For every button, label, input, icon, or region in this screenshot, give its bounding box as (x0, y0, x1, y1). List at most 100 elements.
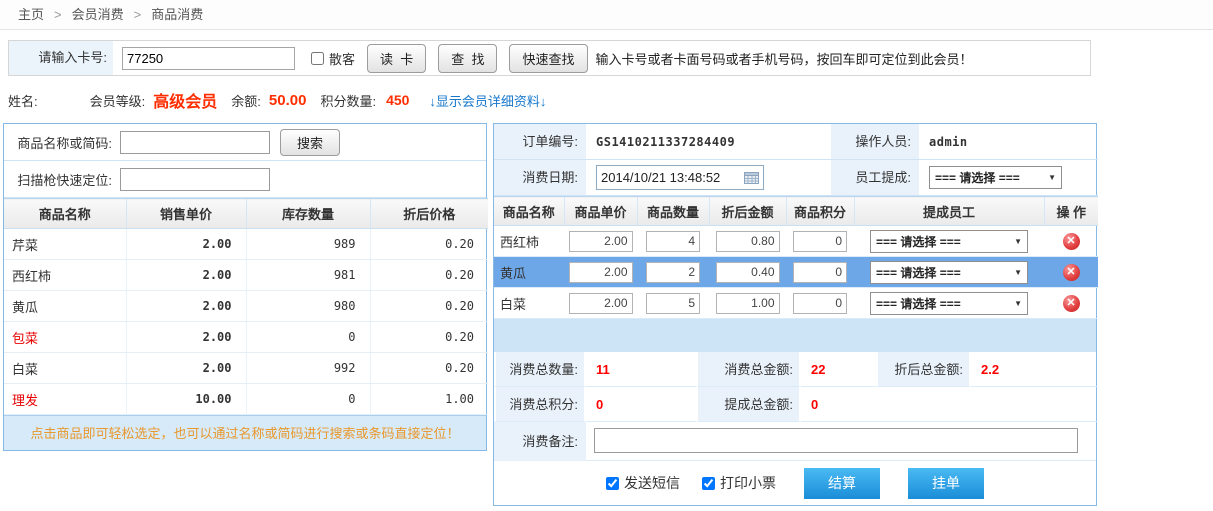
find-button[interactable]: 查 找 (438, 44, 497, 73)
print-ticket-checkbox[interactable] (702, 477, 715, 490)
product-price-cell: 2.00 (126, 353, 246, 384)
item-commission-select[interactable]: === 请选择 ===▼ (870, 230, 1028, 253)
breadcrumb: 主页>会员消费>商品消费 (0, 0, 1213, 30)
item-amount-input[interactable] (716, 231, 780, 252)
breadcrumb-item[interactable]: 主页 (18, 7, 44, 22)
chevron-down-icon: ▼ (1014, 268, 1022, 277)
member-detail-link[interactable]: ↓显示会员详细资料↓ (429, 91, 546, 110)
item-row[interactable]: 黄瓜 === 请选择 ===▼ ✕ (494, 257, 1098, 288)
item-qty-input[interactable] (646, 262, 700, 283)
scan-input[interactable] (120, 168, 270, 191)
discount-total-label: 折后总金额: (876, 352, 971, 387)
product-discount-cell: 0.20 (370, 353, 488, 384)
breadcrumb-item[interactable]: 商品消费 (151, 7, 203, 22)
product-search-label: 商品名称或简码: (4, 133, 116, 152)
item-commission-select-value: === 请选择 === (876, 295, 961, 312)
item-points-input[interactable] (793, 293, 847, 314)
product-row[interactable]: 理发10.0001.00 (4, 384, 488, 415)
item-price-cell (564, 226, 637, 257)
product-name-cell: 白菜 (4, 353, 126, 384)
item-price-input[interactable] (569, 231, 633, 252)
balance-value: 50.00 (269, 92, 307, 109)
item-row[interactable]: 白菜=== 请选择 ===▼✕ (494, 288, 1098, 319)
product-discount-cell: 0.20 (370, 260, 488, 291)
item-qty-cell (637, 226, 709, 257)
item-points-input[interactable] (793, 231, 847, 252)
balance-label: 余额: (231, 91, 261, 110)
item-price-cell (564, 257, 637, 288)
item-qty-cell (637, 288, 709, 319)
item-commission-select[interactable]: === 请选择 ===▼ (870, 261, 1028, 284)
item-name-cell: 西红柿 (494, 226, 564, 257)
item-amount-cell (709, 257, 786, 288)
date-label: 消费日期: (494, 160, 586, 196)
product-column-header: 商品名称 (4, 199, 126, 229)
points-value: 450 (386, 92, 409, 108)
items-column-header: 操 作 (1044, 197, 1098, 226)
remark-input[interactable] (594, 428, 1078, 453)
delete-item-button[interactable]: ✕ (1063, 295, 1080, 312)
items-column-header: 商品名称 (494, 197, 564, 226)
item-amount-cell (709, 288, 786, 319)
read-card-button[interactable]: 读 卡 (367, 44, 426, 73)
item-name-cell: 黄瓜 (494, 257, 564, 288)
quick-find-button[interactable]: 快速查找 (509, 44, 587, 73)
item-price-input[interactable] (569, 293, 633, 314)
member-level-value: 高级会员 (153, 88, 217, 112)
item-qty-input[interactable] (646, 231, 700, 252)
product-row[interactable]: 包菜2.0000.20 (4, 322, 488, 353)
items-table: 商品名称商品单价商品数量折后金额商品积分提成员工操 作 西红柿=== 请选择 =… (494, 196, 1098, 319)
product-search-button[interactable]: 搜索 (280, 129, 340, 156)
item-amount-input[interactable] (716, 293, 780, 314)
card-number-input[interactable] (122, 47, 295, 70)
guest-checkbox[interactable] (311, 52, 324, 65)
product-column-header: 折后价格 (370, 199, 488, 229)
product-row[interactable]: 芹菜2.009890.20 (4, 229, 488, 260)
chevron-down-icon: ▼ (1014, 237, 1022, 246)
discount-total-value: 2.2 (971, 352, 1098, 387)
product-row[interactable]: 黄瓜2.009800.20 (4, 291, 488, 322)
product-column-header: 销售单价 (126, 199, 246, 229)
product-stock-cell: 0 (246, 322, 370, 353)
product-discount-cell: 0.20 (370, 229, 488, 260)
breadcrumb-item[interactable]: 会员消费 (72, 7, 124, 22)
item-points-input[interactable] (793, 262, 847, 283)
item-qty-cell (637, 257, 709, 288)
product-name-cell: 包菜 (4, 322, 126, 353)
order-no-value: GS1410211337284409 (586, 124, 831, 160)
delete-item-button[interactable]: ✕ (1063, 233, 1080, 250)
order-panel: 订单编号: GS1410211337284409 操作人员: admin 消费日… (493, 123, 1097, 506)
chevron-down-icon: ▼ (1048, 160, 1056, 196)
card-number-label: 请输入卡号: (9, 41, 113, 75)
date-input[interactable]: 2014/10/21 13:48:52 (596, 165, 764, 190)
item-price-cell (564, 288, 637, 319)
item-amount-input[interactable] (716, 262, 780, 283)
member-name-label: 姓名: (8, 91, 38, 110)
product-row[interactable]: 白菜2.009920.20 (4, 353, 488, 384)
product-price-cell: 2.00 (126, 229, 246, 260)
item-price-input[interactable] (569, 262, 633, 283)
item-qty-input[interactable] (646, 293, 700, 314)
hold-button[interactable]: 挂单 (908, 468, 984, 499)
commission-label: 员工提成: (831, 160, 919, 196)
delete-item-button[interactable]: ✕ (1063, 264, 1080, 281)
commission-select[interactable]: === 请选择 === ▼ (929, 166, 1062, 189)
product-price-cell: 2.00 (126, 322, 246, 353)
product-price-cell: 2.00 (126, 260, 246, 291)
product-name-cell: 西红柿 (4, 260, 126, 291)
settle-button[interactable]: 结算 (804, 468, 880, 499)
items-column-header: 提成员工 (854, 197, 1044, 226)
item-commission-cell: === 请选择 ===▼ (854, 257, 1044, 288)
commission-select-value: === 请选择 === (935, 160, 1020, 196)
product-row[interactable]: 西红柿2.009810.20 (4, 260, 488, 291)
item-row[interactable]: 西红柿 === 请选择 ===▼ ✕ (494, 226, 1098, 257)
scan-label: 扫描枪快速定位: (4, 170, 116, 189)
product-search-input[interactable] (120, 131, 270, 154)
item-action-cell: ✕ (1044, 288, 1098, 319)
calendar-icon (744, 171, 759, 184)
item-commission-select[interactable]: === 请选择 ===▼ (870, 292, 1028, 315)
send-sms-checkbox[interactable] (606, 477, 619, 490)
total-qty-label: 消费总数量: (494, 352, 586, 387)
send-sms-label: 发送短信 (624, 473, 680, 493)
item-commission-cell: === 请选择 ===▼ (854, 226, 1044, 257)
